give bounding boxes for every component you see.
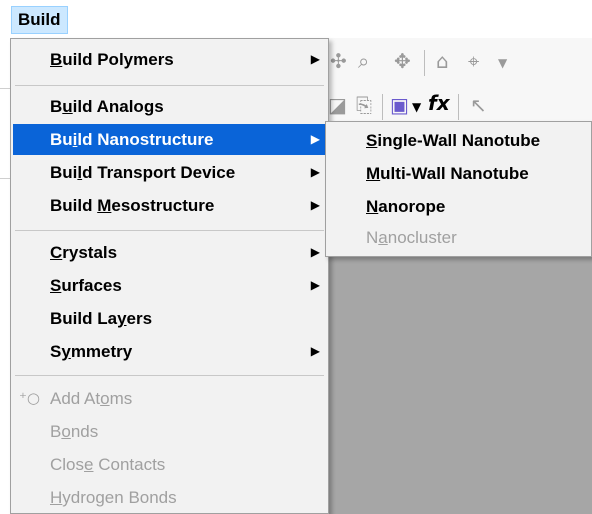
menu-item-label: Symmetry — [50, 342, 133, 361]
workspace: ✣ ⌕ ✥ ⌂ ⌖ ▼ ◪ ⎘ ▣ ▼ fx ↖ — [320, 38, 592, 514]
menu-item-surfaces[interactable]: Surfaces ▶ — [13, 270, 326, 301]
edit-icon[interactable]: ◪ — [328, 94, 347, 116]
workspace-edge — [0, 178, 10, 179]
dropdown-icon[interactable]: ▼ — [412, 96, 421, 118]
toolbar: ✣ ⌕ ✥ ⌂ ⌖ ▼ ◪ ⎘ ▣ ▼ fx ↖ — [320, 38, 592, 129]
pointer-icon[interactable]: ↖ — [470, 94, 487, 116]
menu-item-add-atoms: ⁺○ Add Atoms — [13, 383, 326, 414]
center-icon[interactable]: ⌖ — [468, 50, 479, 72]
menu-bar: Build — [0, 0, 592, 38]
menu-item-label: Build Analogs — [50, 97, 164, 116]
dropdown-icon[interactable]: ▼ — [498, 52, 507, 74]
menu-item-label: Build Mesostructure — [50, 196, 215, 215]
menu-item-label: Build Nanostructure — [50, 130, 214, 149]
add-atom-icon: ⁺○ — [19, 389, 41, 407]
submenu-item-multi-wall-nanotube[interactable]: Multi-Wall Nanotube — [328, 157, 591, 190]
menu-separator — [15, 375, 324, 376]
toolbar-separator — [382, 94, 383, 120]
submenu-arrow-icon: ▶ — [310, 245, 320, 259]
menu-item-build-analogs[interactable]: Build Analogs — [13, 91, 326, 122]
toolbar-separator — [458, 94, 459, 120]
menu-item-label: Build Layers — [50, 309, 153, 328]
submenu-arrow-icon: ▶ — [310, 344, 320, 358]
submenu-item-single-wall-nanotube[interactable]: Single-Wall Nanotube — [328, 124, 591, 157]
menu-item-build-layers[interactable]: Build Layers — [13, 303, 326, 334]
function-icon[interactable]: fx — [428, 92, 450, 114]
submenu-item-label: Nanocluster — [366, 228, 457, 247]
menu-item-label: Close Contacts — [50, 455, 166, 474]
select-icon[interactable]: ▣ — [390, 94, 409, 116]
menu-separator — [15, 230, 324, 231]
menu-item-symmetry[interactable]: Symmetry ▶ — [13, 336, 326, 367]
menu-item-hydrogen-bonds: Hydrogen Bonds — [13, 482, 326, 513]
menu-build[interactable]: Build — [11, 6, 68, 34]
submenu-arrow-icon: ▶ — [310, 132, 320, 146]
menu-item-label: Crystals — [50, 243, 118, 262]
menu-item-build-transport-device[interactable]: Build Transport Device ▶ — [13, 157, 326, 188]
submenu-arrow-icon: ▶ — [310, 52, 320, 66]
paste-icon[interactable]: ⎘ — [356, 94, 372, 116]
submenu-item-label: Multi-Wall Nanotube — [366, 164, 529, 183]
menu-item-label: Surfaces — [50, 276, 122, 295]
submenu-arrow-icon: ▶ — [310, 165, 320, 179]
translate-icon[interactable]: ⌕ — [358, 50, 369, 72]
nanostructure-submenu: Single-Wall Nanotube Multi-Wall Nanotube… — [325, 121, 592, 257]
menu-item-label: Bonds — [50, 422, 99, 441]
menu-item-build-polymers[interactable]: Build Polymers ▶ — [13, 44, 326, 75]
submenu-item-nanorope[interactable]: Nanorope — [328, 190, 591, 223]
submenu-item-label: Nanorope — [366, 197, 446, 216]
build-menu: Build Polymers ▶ Build Analogs Build Nan… — [10, 38, 329, 514]
menu-item-bonds: Bonds — [13, 416, 326, 447]
menu-separator — [15, 85, 324, 86]
menu-item-build-mesostructure[interactable]: Build Mesostructure ▶ — [13, 190, 326, 221]
menu-item-crystals[interactable]: Crystals ▶ — [13, 237, 326, 268]
zoom-icon[interactable]: ✥ — [394, 50, 411, 72]
menu-item-label: Hydrogen Bonds — [50, 488, 177, 507]
submenu-item-nanocluster: Nanocluster — [328, 221, 591, 254]
workspace-edge — [0, 88, 10, 89]
home-icon[interactable]: ⌂ — [436, 50, 449, 72]
submenu-arrow-icon: ▶ — [310, 198, 320, 212]
menu-item-label: Add Atoms — [50, 389, 133, 408]
toolbar-separator — [424, 50, 425, 76]
menu-item-close-contacts: Close Contacts — [13, 449, 326, 480]
submenu-item-label: Single-Wall Nanotube — [366, 131, 541, 150]
rotate-icon[interactable]: ✣ — [330, 50, 347, 72]
menu-item-label: Build Polymers — [50, 50, 174, 69]
menu-item-build-nanostructure[interactable]: Build Nanostructure ▶ — [13, 124, 326, 155]
submenu-arrow-icon: ▶ — [310, 278, 320, 292]
menu-item-label: Build Transport Device — [50, 163, 236, 182]
